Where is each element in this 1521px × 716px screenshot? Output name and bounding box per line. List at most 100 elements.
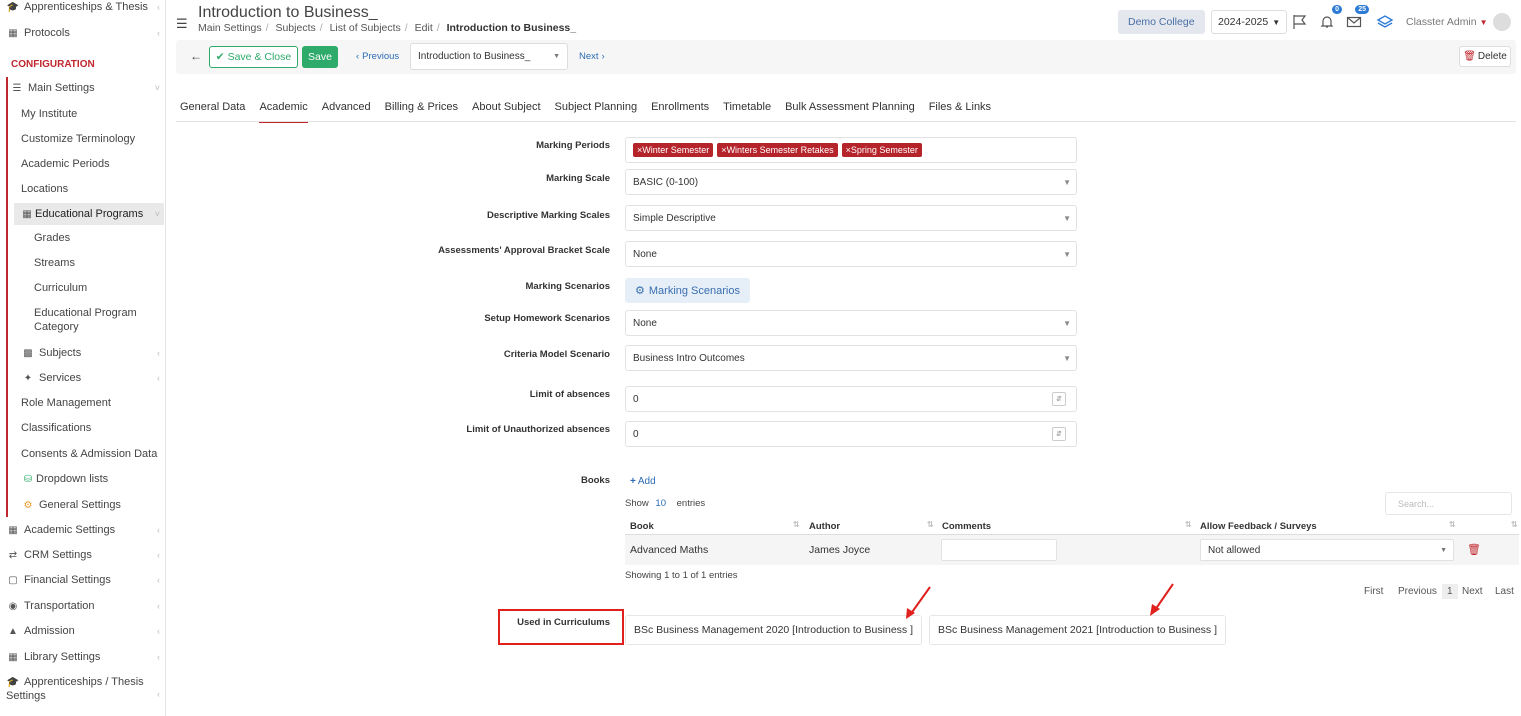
- pagination-last[interactable]: Last: [1495, 586, 1514, 597]
- homework-select[interactable]: None ▼: [625, 310, 1077, 336]
- sidebar-item-role-management[interactable]: Role Management: [0, 395, 166, 411]
- tab-files-links[interactable]: Files & Links: [929, 101, 991, 123]
- sidebar-item-dropdown-lists[interactable]: ⛁ Dropdown lists: [0, 471, 166, 487]
- spinner-icon[interactable]: ⇵: [1052, 427, 1066, 441]
- sidebar-item-educational-programs[interactable]: ▦ Educational Programs ˅: [0, 206, 166, 222]
- sort-icon[interactable]: ⇅: [1185, 520, 1192, 529]
- layers-icon[interactable]: [1376, 10, 1394, 34]
- sidebar-item-library-settings[interactable]: ▦ Library Settings ‹: [0, 649, 166, 665]
- period-tag[interactable]: ×Spring Semester: [841, 143, 922, 157]
- entries-select[interactable]: 10: [655, 498, 666, 509]
- sidebar-item-grades[interactable]: Grades: [0, 230, 166, 246]
- flag-icon[interactable]: [1292, 10, 1308, 34]
- pagination-next[interactable]: Next: [1462, 586, 1483, 597]
- tab-billing-prices[interactable]: Billing & Prices: [385, 101, 458, 123]
- sidebar-item-protocols[interactable]: ▦ Protocols ‹: [0, 25, 166, 41]
- building-icon: ▲: [8, 625, 18, 637]
- subject-select[interactable]: Introduction to Business_ ▼: [410, 43, 568, 70]
- comments-input[interactable]: [941, 539, 1057, 561]
- tab-enrollments[interactable]: Enrollments: [651, 101, 709, 123]
- marking-scenarios-button[interactable]: ⚙ Marking Scenarios: [625, 278, 750, 303]
- tab-academic[interactable]: Academic: [259, 101, 308, 123]
- save-button[interactable]: Save: [302, 46, 338, 68]
- chevron-left-icon: ‹: [157, 626, 160, 636]
- breadcrumb-edit[interactable]: Edit: [415, 22, 433, 34]
- col-book[interactable]: Book: [630, 521, 654, 532]
- sort-icon[interactable]: ⇅: [927, 520, 934, 529]
- bell-icon[interactable]: 0: [1319, 5, 1342, 34]
- breadcrumb-subjects[interactable]: Subjects: [275, 22, 315, 34]
- tab-timetable[interactable]: Timetable: [723, 101, 771, 123]
- college-selector[interactable]: Demo College: [1118, 10, 1205, 34]
- year-selector[interactable]: 2024-2025 ▼: [1211, 10, 1288, 34]
- books-search-input[interactable]: Search...: [1385, 492, 1512, 515]
- sidebar-item-consents[interactable]: Consents & Admission Data: [0, 446, 166, 462]
- add-book-button[interactable]: + Add: [630, 476, 656, 487]
- sidebar-item-academic-settings[interactable]: ▦ Academic Settings ‹: [0, 522, 166, 538]
- library-icon: ▦: [8, 651, 18, 663]
- pagination-previous[interactable]: Previous: [1398, 586, 1437, 597]
- period-tag[interactable]: ×Winter Semester: [633, 143, 714, 157]
- sidebar-item-edu-program-category-2[interactable]: Category: [0, 320, 166, 334]
- user-menu[interactable]: Classter Admin ▼: [1406, 10, 1511, 34]
- sidebar-item-transportation[interactable]: ◉ Transportation ‹: [0, 598, 166, 614]
- spinner-icon[interactable]: ⇵: [1052, 392, 1066, 406]
- sidebar-item-subjects[interactable]: ▩ Subjects ‹: [0, 345, 166, 361]
- sidebar-item-streams[interactable]: Streams: [0, 255, 166, 271]
- tab-about-subject[interactable]: About Subject: [472, 101, 541, 123]
- criteria-select[interactable]: Business Intro Outcomes ▼: [625, 345, 1077, 371]
- menu-icon[interactable]: ☰: [176, 16, 188, 32]
- sidebar-item-curriculum[interactable]: Curriculum: [0, 280, 166, 296]
- sidebar-item-apprenticeships-settings[interactable]: 🎓 Apprenticeships / Thesis ‹: [0, 675, 166, 699]
- previous-button[interactable]: ‹ Previous: [356, 51, 399, 62]
- breadcrumb-list-of-subjects[interactable]: List of Subjects: [330, 22, 401, 34]
- sidebar-item-locations[interactable]: Locations: [0, 181, 166, 197]
- tab-general-data[interactable]: General Data: [180, 101, 245, 123]
- sidebar-item-apprenticeships[interactable]: 🎓 Apprenticeships & Thesis ‹: [0, 0, 166, 14]
- trash-icon[interactable]: 🗑: [1467, 543, 1481, 556]
- delete-button[interactable]: 🗑 Delete: [1459, 46, 1511, 67]
- tab-bar: General Data Academic Advanced Billing &…: [180, 101, 1005, 123]
- sidebar-item-services[interactable]: ✦ Services ‹: [0, 370, 166, 386]
- sort-icon[interactable]: ⇅: [1449, 520, 1456, 529]
- tab-bulk-assessment[interactable]: Bulk Assessment Planning: [785, 101, 915, 123]
- sidebar-item-crm-settings[interactable]: ⇄ CRM Settings ‹: [0, 547, 166, 563]
- breadcrumb-main-settings[interactable]: Main Settings: [198, 22, 262, 34]
- pagination-first[interactable]: First: [1364, 586, 1383, 597]
- marking-periods-field[interactable]: ×Winter Semester ×Winters Semester Retak…: [625, 137, 1077, 163]
- descriptive-select[interactable]: Simple Descriptive ▼: [625, 205, 1077, 231]
- next-button[interactable]: Next ›: [579, 51, 605, 62]
- sidebar-item-my-institute[interactable]: My Institute: [0, 106, 166, 122]
- caret-down-icon: ▼: [553, 53, 560, 60]
- sidebar-item-general-settings[interactable]: ⚙ General Settings: [0, 497, 166, 513]
- pagination-page[interactable]: 1: [1442, 584, 1458, 599]
- envelope-icon[interactable]: 25: [1346, 5, 1369, 34]
- save-close-button[interactable]: ✔ Save & Close: [209, 46, 298, 68]
- feedback-select[interactable]: Not allowed ▼: [1200, 539, 1454, 561]
- sort-icon[interactable]: ⇅: [793, 520, 800, 529]
- graduation-icon: 🎓: [6, 676, 20, 688]
- page-title: Introduction to Business_: [198, 4, 378, 21]
- col-feedback[interactable]: Allow Feedback / Surveys: [1200, 521, 1317, 532]
- absences-input[interactable]: 0 ⇵: [625, 386, 1077, 412]
- col-comments[interactable]: Comments: [942, 521, 991, 532]
- sidebar-item-classifications[interactable]: Classifications: [0, 420, 166, 436]
- marking-scale-select[interactable]: BASIC (0-100) ▼: [625, 169, 1077, 195]
- col-author[interactable]: Author: [809, 521, 840, 532]
- curriculum-item[interactable]: BSc Business Management 2020 [Introducti…: [625, 615, 922, 645]
- sort-icon[interactable]: ⇅: [1511, 520, 1518, 529]
- sidebar-item-financial-settings[interactable]: ▢ Financial Settings ‹: [0, 572, 166, 588]
- curriculum-item[interactable]: BSc Business Management 2021 [Introducti…: [929, 615, 1226, 645]
- approval-select[interactable]: None ▼: [625, 241, 1077, 267]
- sidebar-item-main-settings[interactable]: ☰ Main Settings ˅: [0, 80, 166, 96]
- sidebar-item-admission[interactable]: ▲ Admission ‹: [0, 623, 166, 639]
- period-tag[interactable]: ×Winters Semester Retakes: [717, 143, 838, 157]
- sidebar-item-edu-program-category[interactable]: Educational Program: [0, 306, 166, 320]
- tab-subject-planning[interactable]: Subject Planning: [555, 101, 638, 123]
- back-arrow-icon[interactable]: ←: [190, 49, 202, 63]
- sidebar-item-academic-periods[interactable]: Academic Periods: [0, 156, 166, 172]
- sidebar-item-terminology[interactable]: Customize Terminology: [0, 131, 166, 147]
- tab-advanced[interactable]: Advanced: [322, 101, 371, 123]
- sidebar-item-apprenticeships-settings-2[interactable]: Settings: [0, 689, 166, 703]
- unauth-absences-input[interactable]: 0 ⇵: [625, 421, 1077, 447]
